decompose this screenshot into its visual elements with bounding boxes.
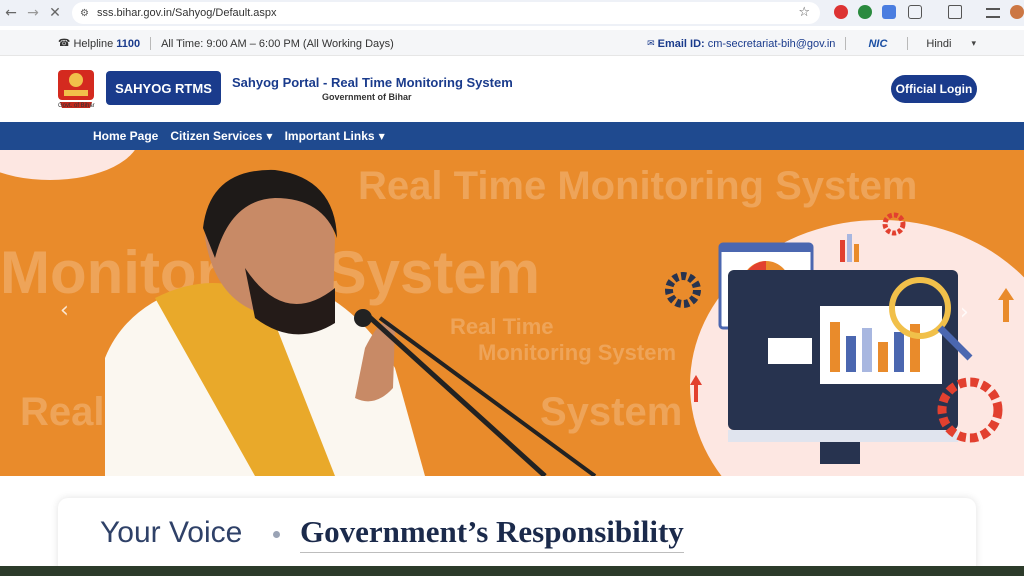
- caret-down-icon: ▼: [266, 131, 273, 141]
- your-voice-heading: Your Voice: [100, 516, 243, 549]
- dashboard-illustration: [665, 212, 1014, 464]
- phone-icon: ☎: [58, 38, 71, 49]
- info-bar: ☎ Helpline 1100 All Time: 9:00 AM – 6:00…: [0, 30, 1024, 56]
- extension-translate-icon[interactable]: [882, 5, 896, 19]
- nic-logo: NIC: [868, 37, 888, 50]
- caret-down-icon: ▼: [378, 131, 385, 141]
- language-select[interactable]: Hindi: [926, 38, 951, 50]
- hero-banner: Real Time Monitoring System Monitoring S…: [0, 150, 1024, 476]
- taskbar-strip: [0, 566, 1024, 576]
- site-info-icon[interactable]: ⚙: [80, 8, 89, 19]
- forward-arrow-icon[interactable]: →: [22, 2, 44, 24]
- email-label: Email ID:: [657, 37, 705, 50]
- carousel-next-button[interactable]: ›: [960, 300, 969, 325]
- official-login-button[interactable]: Official Login: [891, 75, 977, 103]
- helpline-label: Helpline: [73, 37, 114, 50]
- close-icon[interactable]: ✕: [44, 2, 66, 24]
- extension-green-icon[interactable]: [858, 5, 872, 19]
- bookmark-star-icon[interactable]: ☆: [798, 5, 810, 20]
- reading-list-icon[interactable]: [986, 8, 1000, 18]
- speaker-photo: [105, 169, 597, 476]
- bullet-dot: [273, 531, 280, 538]
- nav-label: Important Links: [284, 129, 375, 143]
- divider: [845, 37, 847, 50]
- browser-toolbar: ← → ✕ ⚙ sss.bihar.gov.in/Sahyog/Default.…: [0, 0, 1024, 26]
- back-arrow-icon[interactable]: ←: [0, 2, 22, 24]
- extension-red-icon[interactable]: [834, 5, 848, 19]
- carousel-prev-button[interactable]: ‹: [60, 298, 69, 323]
- gear-icon: [665, 272, 701, 308]
- profile-icon[interactable]: [1010, 5, 1024, 19]
- nav-home[interactable]: Home Page: [93, 129, 158, 143]
- divider: [150, 37, 152, 50]
- sahyog-rtms-badge[interactable]: SAHYOG RTMS: [106, 71, 221, 105]
- divider: [907, 37, 909, 50]
- government-responsibility-heading: Government’s Responsibility: [300, 514, 684, 553]
- nav-important-links[interactable]: Important Links ▼: [285, 129, 385, 143]
- main-navbar: Home Page Citizen Services ▼ Important L…: [0, 122, 1024, 150]
- url-text: sss.bihar.gov.in/Sahyog/Default.aspx: [96, 7, 277, 19]
- email-link[interactable]: cm-secretariat-bih@gov.in: [708, 38, 836, 50]
- extensions-puzzle-icon[interactable]: [908, 5, 922, 19]
- portal-title: Sahyog Portal - Real Time Monitoring Sys…: [232, 75, 513, 90]
- email-icon: ✉: [647, 38, 655, 49]
- nav-label: Home Page: [93, 129, 159, 143]
- screenshot-icon[interactable]: [948, 5, 962, 19]
- nav-citizen-services[interactable]: Citizen Services ▼: [170, 129, 272, 143]
- watermark-text: Real: [20, 390, 105, 434]
- working-hours: All Time: 9:00 AM – 6:00 PM (All Working…: [161, 37, 394, 50]
- nav-label: Citizen Services: [170, 129, 263, 143]
- portal-subtitle: Government of Bihar: [322, 92, 412, 102]
- address-bar[interactable]: ⚙ sss.bihar.gov.in/Sahyog/Default.aspx ☆: [72, 2, 820, 24]
- helpline-number[interactable]: 1100: [116, 38, 140, 50]
- emblem-caption: Govt. of Bihar: [58, 103, 95, 109]
- chevron-down-icon[interactable]: ▾: [971, 39, 976, 49]
